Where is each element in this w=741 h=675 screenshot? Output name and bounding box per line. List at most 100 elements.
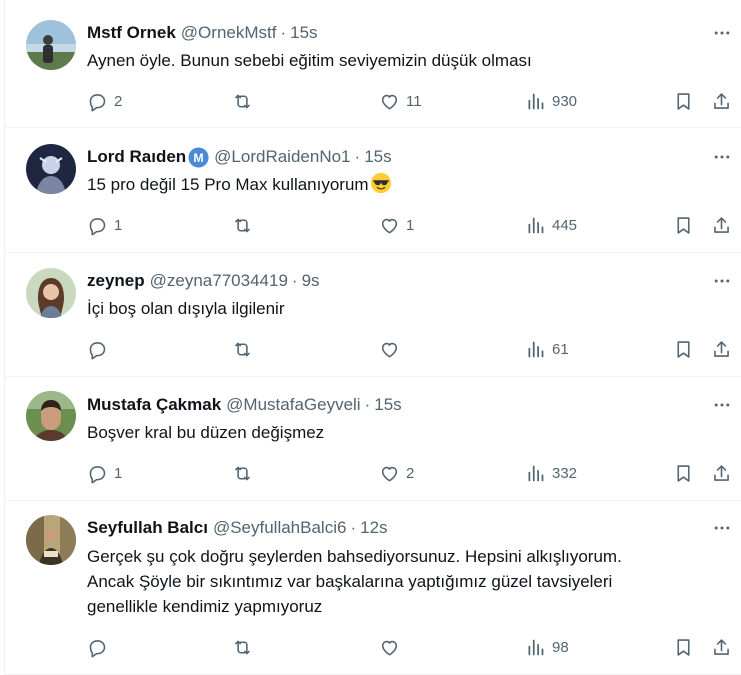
- views-icon: [528, 217, 544, 233]
- like-button[interactable]: 1: [379, 213, 414, 237]
- separator: ·: [291, 271, 298, 290]
- view-count: 332: [552, 464, 578, 482]
- like-icon: [381, 640, 398, 655]
- tweet-actions: 1 1 445: [87, 213, 733, 237]
- retweet-icon: [235, 218, 250, 232]
- views-button[interactable]: 930: [525, 89, 577, 113]
- share-icon: [714, 464, 729, 481]
- tweet[interactable]: zeynep @zeyna77034419 · 9s İçi boş olan …: [5, 253, 741, 377]
- verified-badge-icon: M: [188, 146, 209, 168]
- timestamp[interactable]: 15s: [374, 395, 401, 415]
- tweet-actions: 1 2 332: [87, 461, 733, 485]
- retweet-button[interactable]: [232, 213, 259, 237]
- like-icon: [381, 342, 398, 357]
- views-button[interactable]: 445: [525, 213, 577, 237]
- tweet-text-line: genellikle kendimiz yapmıyoruz: [87, 597, 323, 616]
- like-button[interactable]: [379, 337, 406, 361]
- reply-button[interactable]: [87, 337, 114, 361]
- tweet-header: Mustafa Çakmak @MustafaGeyveli · 15s: [87, 394, 402, 416]
- views-button[interactable]: 61: [525, 337, 569, 361]
- avatar[interactable]: [26, 515, 76, 565]
- views-icon: [528, 93, 544, 109]
- share-button[interactable]: [711, 213, 732, 237]
- share-button[interactable]: [711, 337, 732, 361]
- reply-button[interactable]: 2: [87, 89, 122, 113]
- views-icon: [528, 465, 544, 481]
- display-name[interactable]: Mstf Ornek: [87, 23, 176, 43]
- share-button[interactable]: [711, 635, 732, 659]
- share-icon: [714, 92, 729, 109]
- separator: ·: [350, 518, 357, 537]
- like-icon: [381, 218, 398, 233]
- views-button[interactable]: 98: [525, 635, 569, 659]
- user-handle[interactable]: @LordRaidenNo1: [214, 147, 350, 167]
- bookmark-button[interactable]: [673, 635, 694, 659]
- tweet[interactable]: Lord Raıden M @LordRaidenNo1 · 15s 15 pr…: [5, 128, 741, 253]
- more-icon[interactable]: [708, 146, 736, 168]
- avatar[interactable]: [26, 391, 76, 441]
- reply-count: 2: [114, 92, 123, 110]
- like-count: 1: [406, 216, 415, 234]
- like-button[interactable]: [379, 635, 406, 659]
- reply-button[interactable]: 1: [87, 213, 122, 237]
- retweet-button[interactable]: [232, 337, 259, 361]
- timestamp[interactable]: 9s: [302, 271, 320, 291]
- more-icon[interactable]: [708, 517, 736, 539]
- bookmark-icon: [677, 216, 690, 234]
- share-icon: [714, 340, 729, 357]
- reply-icon: [89, 93, 106, 111]
- retweet-button[interactable]: [232, 461, 259, 485]
- display-name[interactable]: Mustafa Çakmak: [87, 395, 221, 415]
- more-icon[interactable]: [708, 394, 736, 416]
- avatar[interactable]: [26, 144, 76, 194]
- share-button[interactable]: [711, 89, 732, 113]
- display-name[interactable]: Lord Raıden: [87, 147, 186, 167]
- reply-icon: [89, 639, 106, 657]
- avatar[interactable]: [26, 268, 76, 318]
- bookmark-button[interactable]: [673, 89, 694, 113]
- retweet-icon: [235, 342, 250, 356]
- timestamp[interactable]: 12s: [360, 518, 387, 538]
- like-count: 11: [406, 92, 422, 110]
- separator: ·: [354, 147, 361, 166]
- like-count: 2: [406, 464, 415, 482]
- timestamp[interactable]: 15s: [290, 23, 317, 43]
- user-handle[interactable]: @zeyna77034419: [150, 271, 288, 291]
- bookmark-button[interactable]: [673, 213, 694, 237]
- tweet[interactable]: Mstf Ornek @OrnekMstf · 15s Aynen öyle. …: [5, 0, 741, 128]
- like-button[interactable]: 2: [379, 461, 414, 485]
- tweet-text: 15 pro değil 15 Pro Max kullanıyorum: [87, 172, 727, 197]
- reply-button[interactable]: 1: [87, 461, 122, 485]
- views-icon: [528, 341, 544, 357]
- tweet-actions: 98: [87, 635, 733, 659]
- view-count: 445: [552, 216, 578, 234]
- retweet-icon: [235, 640, 250, 654]
- like-button[interactable]: 11: [379, 89, 422, 113]
- bookmark-button[interactable]: [673, 461, 694, 485]
- views-button[interactable]: 332: [525, 461, 577, 485]
- avatar[interactable]: [26, 20, 76, 70]
- view-count: 61: [552, 340, 569, 358]
- user-handle[interactable]: @SeyfullahBalci6: [213, 518, 347, 538]
- separator: ·: [364, 395, 371, 414]
- display-name[interactable]: zeynep: [87, 271, 145, 291]
- user-handle[interactable]: @OrnekMstf: [181, 23, 277, 43]
- bookmark-button[interactable]: [673, 337, 694, 361]
- user-handle[interactable]: @MustafaGeyveli: [226, 395, 360, 415]
- tweet-text-line: Ancak Şöyle bir sıkıntımız var başkaları…: [87, 572, 613, 591]
- timestamp[interactable]: 15s: [364, 147, 391, 167]
- retweet-button[interactable]: [232, 89, 259, 113]
- more-icon[interactable]: [708, 22, 736, 44]
- display-name[interactable]: Seyfullah Balcı: [87, 518, 208, 538]
- tweet[interactable]: Mustafa Çakmak @MustafaGeyveli · 15s Boş…: [5, 377, 741, 501]
- bookmark-icon: [677, 464, 690, 482]
- bookmark-icon: [677, 340, 690, 358]
- retweet-button[interactable]: [232, 635, 259, 659]
- tweet-text-line: Aynen öyle. Bunun sebebi eğitim seviyemi…: [87, 51, 532, 70]
- share-button[interactable]: [711, 461, 732, 485]
- bookmark-icon: [677, 638, 690, 656]
- more-icon[interactable]: [708, 270, 736, 292]
- reply-button[interactable]: [87, 635, 114, 659]
- tweet[interactable]: Seyfullah Balcı @SeyfullahBalci6 · 12s G…: [5, 501, 741, 675]
- tweet-header: Mstf Ornek @OrnekMstf · 15s: [87, 22, 318, 44]
